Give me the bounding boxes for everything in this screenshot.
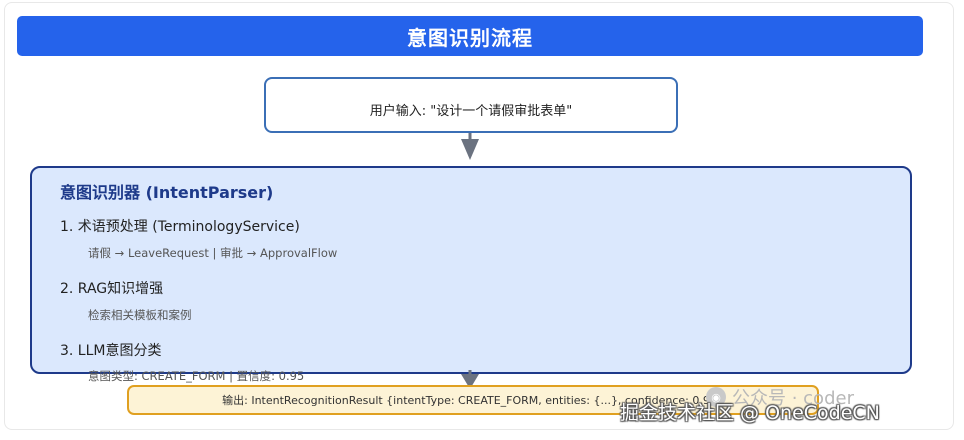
- step-rag: 2. RAG知识增强: [60, 281, 164, 297]
- parser-title: 意图识别器 (IntentParser): [60, 183, 274, 202]
- step-llm-detail: 意图类型: CREATE_FORM | 置信度: 0.95: [88, 369, 305, 383]
- diagram-title: 意图识别流程: [407, 25, 533, 50]
- step-terminology-detail: 请假 → LeaveRequest | 审批 → ApprovalFlow: [88, 246, 338, 260]
- intent-parser-node: 意图识别器 (IntentParser) 1. 术语预处理 (Terminolo…: [30, 166, 912, 374]
- arrow-down-icon: [461, 133, 479, 160]
- title-banner: 意图识别流程: [17, 16, 923, 56]
- user-input-node: 用户输入: "设计一个请假审批表单": [264, 77, 678, 133]
- user-input-text: 用户输入: "设计一个请假审批表单": [369, 103, 573, 119]
- step-rag-detail: 检索相关模板和案例: [88, 308, 192, 322]
- step-terminology: 1. 术语预处理 (TerminologyService): [60, 219, 300, 235]
- watermark-site: 掘金技术社区 @ OneCodeCN: [620, 402, 880, 424]
- step-llm: 3. LLM意图分类: [60, 343, 162, 359]
